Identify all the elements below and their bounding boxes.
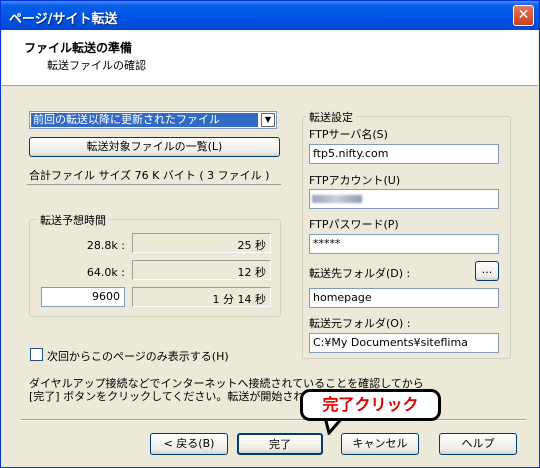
time-value-custom: 1 分 14 秒 <box>212 293 267 306</box>
ftp-account-label: FTPアカウント(U) <box>309 174 401 187</box>
ftp-password-input[interactable]: ***** <box>309 234 499 254</box>
footer-divider <box>21 419 526 421</box>
browse-button[interactable]: ... <box>475 261 499 281</box>
custom-speed-input[interactable]: 9600 <box>41 287 125 307</box>
ftp-password-label: FTPパスワード(P) <box>309 218 399 231</box>
ftp-server-label: FTPサーバ名(S) <box>309 128 388 141</box>
file-list-button[interactable]: 転送対象ファイルの一覧(L) <box>29 137 280 157</box>
help-button[interactable]: ヘルプ <box>439 433 517 455</box>
header-subtitle: 転送ファイルの確認 <box>47 59 146 72</box>
time-value-64k: 12 秒 <box>237 266 267 279</box>
wizard-header: ファイル転送の準備 転送ファイルの確認 <box>2 30 538 86</box>
finish-button[interactable]: 完了 <box>237 433 323 455</box>
title-bar[interactable]: ページ/サイト転送 ✕ <box>1 1 539 30</box>
speed-label-64k: 64.0k : <box>86 266 125 279</box>
dest-folder-label: 転送先フォルダ(D) : <box>309 267 411 280</box>
back-button[interactable]: < 戻る(B) <box>150 433 228 455</box>
close-button[interactable]: ✕ <box>513 5 534 26</box>
cancel-button[interactable]: キャンセル <box>341 433 419 455</box>
show-only-this-page-checkbox[interactable] <box>30 348 43 361</box>
window-title: ページ/サイト転送 <box>9 12 118 27</box>
info-text-line2: [完了] ボタンをクリックしてください。転送が開始されます。 <box>29 390 337 403</box>
dest-folder-input[interactable]: homepage <box>309 288 499 308</box>
close-icon: ✕ <box>517 7 530 23</box>
transfer-mode-value: 前回の転送以降に更新されたファイル <box>30 112 259 128</box>
finish-click-callout: 完了クリック <box>300 389 441 421</box>
redacted-account-value <box>312 195 362 203</box>
total-size-label: 合計ファイル サイズ 76 K バイト ( 3 ファイル ) <box>29 169 270 182</box>
src-folder-input[interactable]: C:¥My Documents¥siteflima <box>309 333 499 353</box>
estimate-legend: 転送予想時間 <box>37 212 109 228</box>
show-only-this-page-label[interactable]: 次回からこのページのみ表示する(H) <box>47 348 229 364</box>
chevron-down-icon[interactable]: ▼ <box>261 113 275 127</box>
src-folder-label: 転送元フォルダ(O) : <box>309 317 411 330</box>
ftp-server-input[interactable]: ftp5.nifty.com <box>309 144 499 164</box>
time-value-28k: 25 秒 <box>237 239 267 252</box>
transfer-dialog: ページ/サイト転送 ✕ ファイル転送の準備 転送ファイルの確認 前回の転送以降に… <box>0 0 540 468</box>
header-title: ファイル転送の準備 <box>24 41 133 55</box>
transfer-mode-select[interactable]: 前回の転送以降に更新されたファイル ▼ <box>29 111 277 129</box>
speed-label-28k: 28.8k : <box>86 239 125 252</box>
transfer-settings-legend: 転送設定 <box>306 109 356 125</box>
total-size-value: 76 K バイト ( 3 ファイル ) <box>134 169 270 182</box>
total-size-divider <box>27 184 281 185</box>
